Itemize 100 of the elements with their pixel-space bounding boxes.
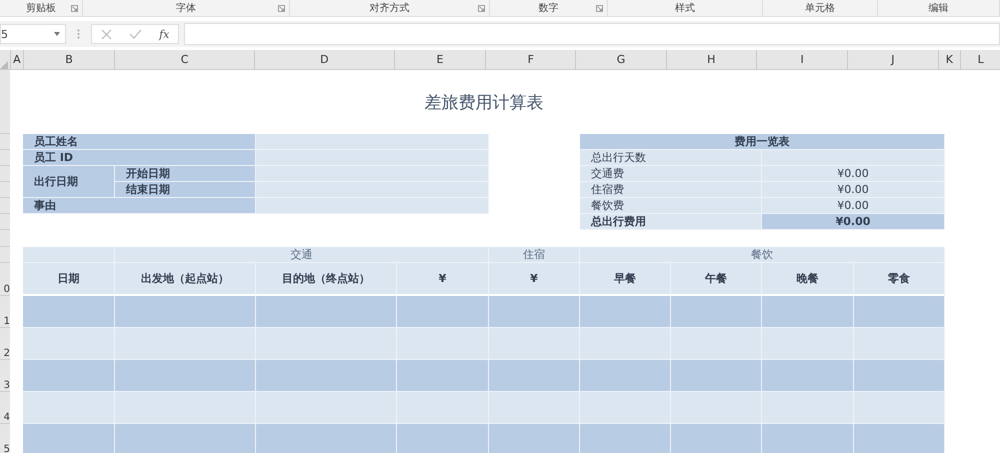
table-cell[interactable] xyxy=(671,296,762,328)
column-header[interactable]: G xyxy=(575,50,666,69)
table-cell[interactable] xyxy=(671,392,762,424)
table-cell[interactable] xyxy=(397,424,489,453)
table-cell[interactable] xyxy=(580,392,671,424)
table-cell[interactable] xyxy=(580,328,671,360)
row-number[interactable]: 1 xyxy=(0,296,10,328)
table-cell[interactable] xyxy=(762,328,854,360)
ribbon-group-label: 单元格 xyxy=(805,2,835,15)
table-cell: 住宿费 xyxy=(580,182,762,198)
ribbon-group-label: 样式 xyxy=(675,2,695,15)
table-cell[interactable] xyxy=(115,392,256,424)
table-cell[interactable] xyxy=(671,360,762,392)
row-number[interactable]: 4 xyxy=(0,392,10,424)
table-cell[interactable] xyxy=(397,296,489,328)
table-cell[interactable] xyxy=(256,392,397,424)
input-cell[interactable] xyxy=(256,166,489,182)
table-cell[interactable] xyxy=(580,296,671,328)
table-cell: 总出行天数 xyxy=(580,150,762,166)
row-number[interactable]: 3 xyxy=(0,360,10,392)
table-cell[interactable] xyxy=(762,424,854,453)
table-cell[interactable] xyxy=(256,424,397,453)
table-cell: 交通费 xyxy=(580,166,762,182)
input-cell[interactable] xyxy=(256,182,489,198)
table-cell[interactable] xyxy=(854,424,945,453)
table-cell[interactable] xyxy=(489,296,580,328)
grip-icon[interactable] xyxy=(77,29,80,39)
column-header[interactable]: K xyxy=(938,50,960,69)
group-header: 住宿 xyxy=(489,247,580,263)
table-cell[interactable] xyxy=(580,360,671,392)
column-header[interactable]: J xyxy=(847,50,938,69)
column-header[interactable]: F xyxy=(485,50,576,69)
table-cell[interactable] xyxy=(115,424,256,453)
table-cell[interactable] xyxy=(256,296,397,328)
column-header[interactable]: D xyxy=(254,50,394,69)
table-cell[interactable] xyxy=(762,360,854,392)
column-heading: 目的地（终点站） xyxy=(256,263,397,296)
table-cell[interactable] xyxy=(580,424,671,453)
table-cell[interactable] xyxy=(115,328,256,360)
name-box[interactable]: 5 xyxy=(0,24,66,44)
table-cell[interactable] xyxy=(489,328,580,360)
table-cell[interactable] xyxy=(115,360,256,392)
column-header[interactable]: I xyxy=(756,50,848,69)
row-number[interactable]: 5 xyxy=(0,424,10,453)
table-cell: 员工 ID xyxy=(23,150,256,166)
table-cell[interactable] xyxy=(762,392,854,424)
ribbon-group-label: 数字 xyxy=(538,2,558,15)
column-heading: 晚餐 xyxy=(762,263,854,296)
table-cell: ¥0.00 xyxy=(762,214,945,230)
group-header: 交通 xyxy=(115,247,489,263)
column-header[interactable]: E xyxy=(394,50,486,69)
insert-function-button[interactable]: fx xyxy=(159,28,170,40)
column-header[interactable]: A xyxy=(10,50,23,69)
input-cell[interactable] xyxy=(256,134,489,150)
table-cell[interactable] xyxy=(23,296,115,328)
table-cell[interactable] xyxy=(397,328,489,360)
table-cell[interactable] xyxy=(23,392,115,424)
dialog-launcher-icon[interactable] xyxy=(478,5,485,12)
table-cell[interactable] xyxy=(256,328,397,360)
input-cell[interactable] xyxy=(256,198,489,214)
row-number[interactable]: 0 xyxy=(0,263,10,296)
table-cell[interactable] xyxy=(854,360,945,392)
dialog-launcher-icon[interactable] xyxy=(71,5,78,12)
table-cell: 结束日期 xyxy=(115,182,256,198)
table-cell: 开始日期 xyxy=(115,166,256,182)
table-cell[interactable] xyxy=(397,392,489,424)
table-cell[interactable] xyxy=(256,360,397,392)
table-cell[interactable] xyxy=(854,392,945,424)
column-header[interactable]: C xyxy=(114,50,254,69)
table-cell[interactable] xyxy=(762,296,854,328)
formula-input[interactable] xyxy=(184,23,1000,45)
column-heading: ¥ xyxy=(397,263,489,296)
table-cell[interactable] xyxy=(854,328,945,360)
table-cell[interactable] xyxy=(671,328,762,360)
cancel-icon[interactable] xyxy=(100,28,112,40)
table-cell: 员工姓名 xyxy=(23,134,256,150)
table-cell[interactable] xyxy=(397,360,489,392)
table-cell[interactable] xyxy=(489,360,580,392)
table-cell[interactable] xyxy=(23,360,115,392)
table-cell[interactable] xyxy=(489,392,580,424)
column-header[interactable]: B xyxy=(22,50,114,69)
dialog-launcher-icon[interactable] xyxy=(596,5,603,12)
table-cell[interactable] xyxy=(23,328,115,360)
check-icon[interactable] xyxy=(128,29,142,39)
table-cell[interactable] xyxy=(489,424,580,453)
column-header[interactable]: H xyxy=(666,50,756,69)
table-cell[interactable] xyxy=(23,424,115,453)
ribbon-group-label: 对齐方式 xyxy=(370,2,410,15)
column-heading: 零食 xyxy=(854,263,945,296)
table-cell[interactable] xyxy=(854,296,945,328)
dialog-launcher-icon[interactable] xyxy=(278,5,285,12)
column-heading: 午餐 xyxy=(671,263,762,296)
table-cell[interactable] xyxy=(115,296,256,328)
table-cell[interactable] xyxy=(671,424,762,453)
column-header[interactable]: L xyxy=(960,50,1000,69)
group-header: 餐饮 xyxy=(580,247,945,263)
row-number[interactable]: 2 xyxy=(0,328,10,360)
column-heading: ¥ xyxy=(489,263,580,296)
table-cell: ¥0.00 xyxy=(762,198,945,214)
input-cell[interactable] xyxy=(256,150,489,166)
